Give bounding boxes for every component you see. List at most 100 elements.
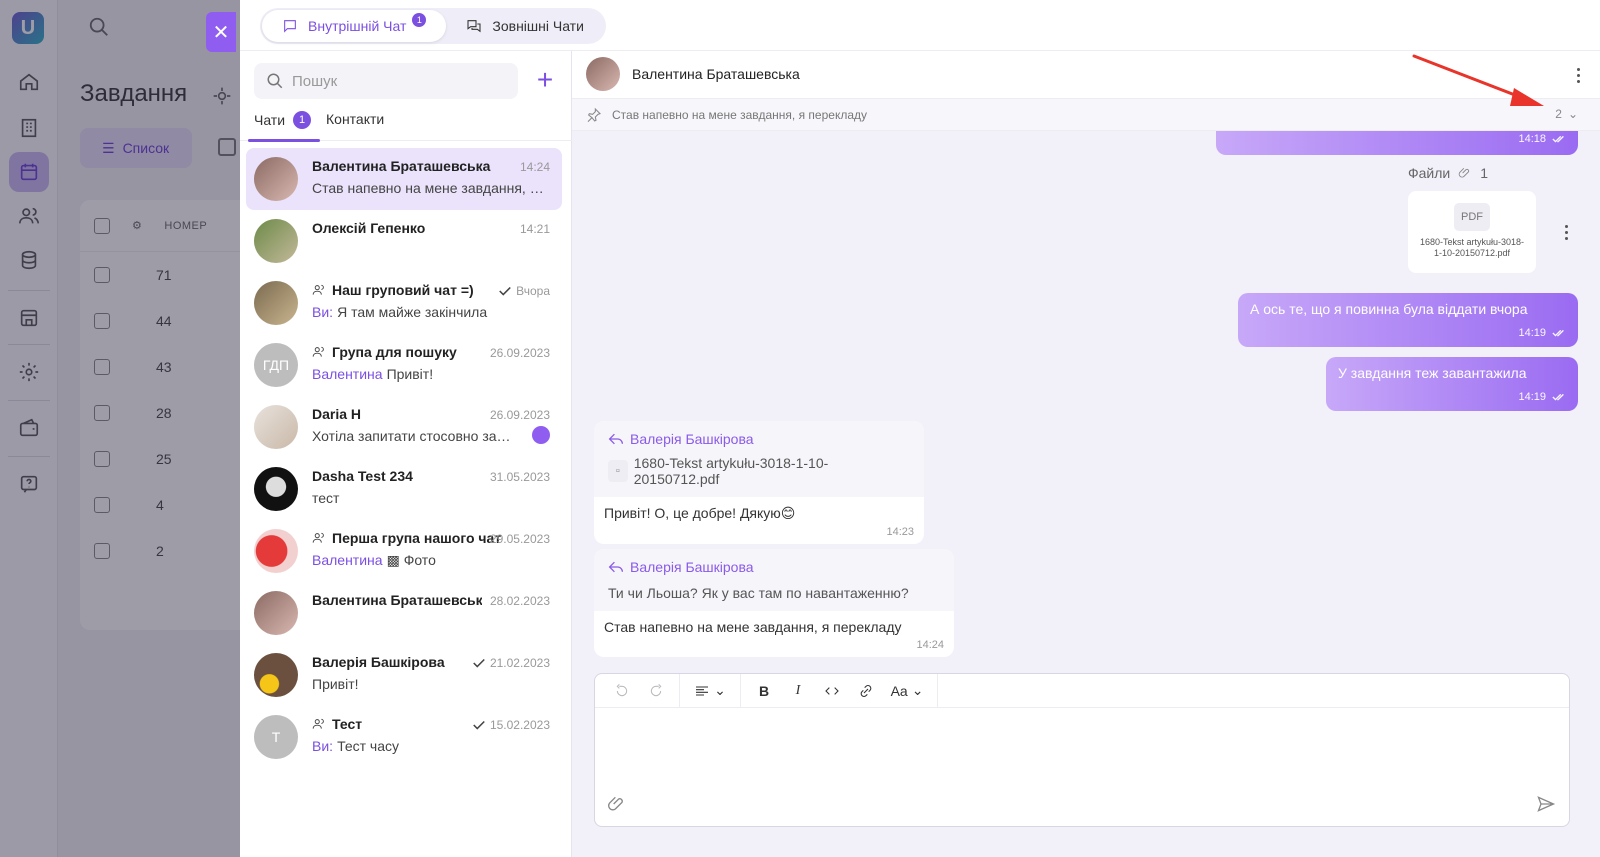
link-icon <box>860 684 872 697</box>
incoming-message[interactable]: Валерія Башкірова Ти чи Льоша? Як у вас … <box>594 549 954 657</box>
chat-list-item[interactable]: Т Тест 15.02.2023 Ви: Тест часу <box>246 706 562 768</box>
chat-list-item[interactable]: ГДП Група для пошуку 26.09.2023 Валентин… <box>246 334 562 396</box>
message-text: Став напевно на мене завдання, я перекла… <box>604 619 902 635</box>
message-list: 14:18 Файли 1 PDF 1680-Tekst artykułu-30… <box>572 131 1600 671</box>
message-input[interactable] <box>595 708 1569 788</box>
chat-panel: Внутрішній Чат 1 Зовнішні Чати + Чати 1 … <box>240 0 1600 857</box>
undo-button[interactable] <box>605 676 639 706</box>
avatar <box>254 591 298 635</box>
tab-chats-label: Чати <box>254 112 286 128</box>
chat-time-text: 14:21 <box>519 222 550 236</box>
redo-button[interactable] <box>639 676 673 706</box>
chat-list-item[interactable]: Валерія Башкірова 21.02.2023 Привіт! <box>246 644 562 706</box>
conversation-title[interactable]: Валентина Браташевська <box>632 66 800 82</box>
pinned-count-dropdown[interactable]: 2 ⌄ <box>1555 107 1578 121</box>
redo-icon <box>650 683 662 696</box>
italic-button[interactable]: I <box>781 676 815 706</box>
chat-time-text: 29.05.2023 <box>489 532 550 546</box>
chat-name-text: Олексій Гепенко <box>312 220 426 236</box>
files-label-text: Файли <box>1407 165 1451 181</box>
reply-file: ▫ 1680-Tekst artykułu-3018-1-10-20150712… <box>594 447 924 497</box>
toolbar-divider <box>740 673 741 708</box>
incoming-message[interactable]: Валерія Башкірова ▫ 1680-Tekst artykułu-… <box>594 421 924 544</box>
search-input[interactable] <box>292 72 492 90</box>
pdf-icon: PDF <box>1454 203 1490 231</box>
chats-badge: 1 <box>293 111 312 129</box>
chat-list-item[interactable]: Наш груповий чат =) Вчора Ви: Я там майже… <box>246 272 562 334</box>
toolbar-divider <box>679 673 680 708</box>
chat-time: 31.05.2023 <box>490 470 550 484</box>
avatar: ГДП <box>254 343 298 387</box>
chat-name-text: Валерія Башкірова <box>312 654 445 670</box>
bold-button[interactable]: B <box>747 676 781 706</box>
chat-time: 14:21 <box>520 222 550 236</box>
double-check-icon <box>1552 393 1564 401</box>
plus-icon: + <box>536 64 554 95</box>
chat-list-item[interactable]: Dasha Test 234 31.05.2023 тест <box>246 458 562 520</box>
group-icon <box>312 284 324 295</box>
chat-name: Валентина Браташевська <box>312 158 502 174</box>
chat-list-item[interactable]: Перша група нашого чату 29.05.2023 Вален… <box>246 520 562 582</box>
chat-list-item[interactable]: Олексій Гепенко 14:21 <box>246 210 562 272</box>
chat-time-text: 31.05.2023 <box>489 470 550 484</box>
search-box <box>254 63 518 99</box>
toolbar-divider <box>937 673 938 708</box>
chat-preview-text: тест <box>312 490 340 506</box>
close-chat-button[interactable]: ✕ <box>206 12 236 52</box>
reply-quote[interactable]: Валерія Башкірова Ти чи Льоша? Як у вас … <box>594 549 954 611</box>
message-time: 14:18 <box>1518 133 1546 145</box>
new-chat-button[interactable]: + <box>532 66 558 94</box>
attach-button[interactable] <box>607 794 627 814</box>
chat-type-tabs: Внутрішній Чат 1 Зовнішні Чати <box>260 8 606 44</box>
chat-time: 26.09.2023 <box>490 408 550 422</box>
undo-icon <box>616 683 628 696</box>
outgoing-message[interactable]: А ось те, що я повинна була віддати вчор… <box>1238 293 1578 347</box>
pinned-message-bar[interactable]: Став напевно на мене завдання, я перекла… <box>572 99 1600 131</box>
paperclip-icon <box>608 796 623 811</box>
chat-name-text: Група для пошуку <box>332 344 457 360</box>
tab-chats[interactable]: Чати 1 <box>254 111 312 129</box>
code-button[interactable] <box>815 676 849 706</box>
align-dropdown[interactable]: ⌄ <box>686 676 734 706</box>
check-icon <box>499 286 511 296</box>
avatar <box>254 529 298 573</box>
reply-author: Валерія Башкірова <box>594 549 954 575</box>
outgoing-message[interactable]: 14:18 <box>1216 131 1578 155</box>
outgoing-message[interactable]: У завдання теж завантажила 14:19 <box>1326 357 1578 411</box>
font-size-dropdown[interactable]: Aa ⌄ <box>883 676 931 706</box>
message-text: А ось те, що я повинна була віддати вчор… <box>1250 301 1528 317</box>
chat-sender: Валентина <box>312 366 383 382</box>
chat-time: 26.09.2023 <box>490 346 550 360</box>
chat-list-item[interactable]: Daria H 26.09.2023 Хотіла запитати стосо… <box>246 396 562 458</box>
reply-quote[interactable]: Валерія Башкірова ▫ 1680-Tekst artykułu-… <box>594 421 924 497</box>
chat-subtabs: Чати 1 Контакти <box>240 103 572 142</box>
chat-topbar: Внутрішній Чат 1 Зовнішні Чати <box>240 0 1600 51</box>
message-time: 14:24 <box>916 639 944 651</box>
files-count: 1 <box>1480 165 1488 181</box>
align-left-icon <box>696 685 709 696</box>
chat-sender: Ви: <box>312 738 334 754</box>
chat-preview: Валентина Привіт! <box>312 366 546 382</box>
chat-name: Dasha Test 234 <box>312 468 502 484</box>
chat-list-item[interactable]: Валентина Браташевська 28.02.2023 <box>246 582 562 644</box>
editor-toolbar: ⌄ B I Aa ⌄ <box>595 673 1569 708</box>
chat-preview: Хотіла запитати стосовно завдання <box>312 428 512 444</box>
chat-name: Daria H <box>312 406 502 422</box>
message-text: Привіт! О, це добре! Дякую😊 <box>604 505 796 521</box>
avatar[interactable] <box>586 57 620 91</box>
message-meta: 14:18 <box>1228 133 1566 145</box>
chat-time-text: 15.02.2023 <box>489 718 550 732</box>
reply-icon <box>608 561 624 573</box>
send-button[interactable] <box>1535 794 1557 814</box>
double-check-icon <box>1552 329 1564 337</box>
file-menu-button[interactable] <box>1556 220 1576 244</box>
tab-contacts[interactable]: Контакти <box>326 111 384 127</box>
file-attachment[interactable]: PDF 1680-Tekst artykułu-3018-1-10-201507… <box>1408 191 1536 273</box>
tab-internal-chat[interactable]: Внутрішній Чат 1 <box>262 10 447 42</box>
conversation-menu-button[interactable] <box>1568 63 1588 87</box>
chat-name: Перша група нашого чату <box>312 530 502 546</box>
tab-external-chats[interactable]: Зовнішні Чати <box>446 10 604 42</box>
chat-preview: Ви: Тест часу <box>312 738 546 754</box>
link-button[interactable] <box>849 676 883 706</box>
chat-list-item[interactable]: Валентина Браташевська 14:24 Став напевн… <box>246 148 562 210</box>
